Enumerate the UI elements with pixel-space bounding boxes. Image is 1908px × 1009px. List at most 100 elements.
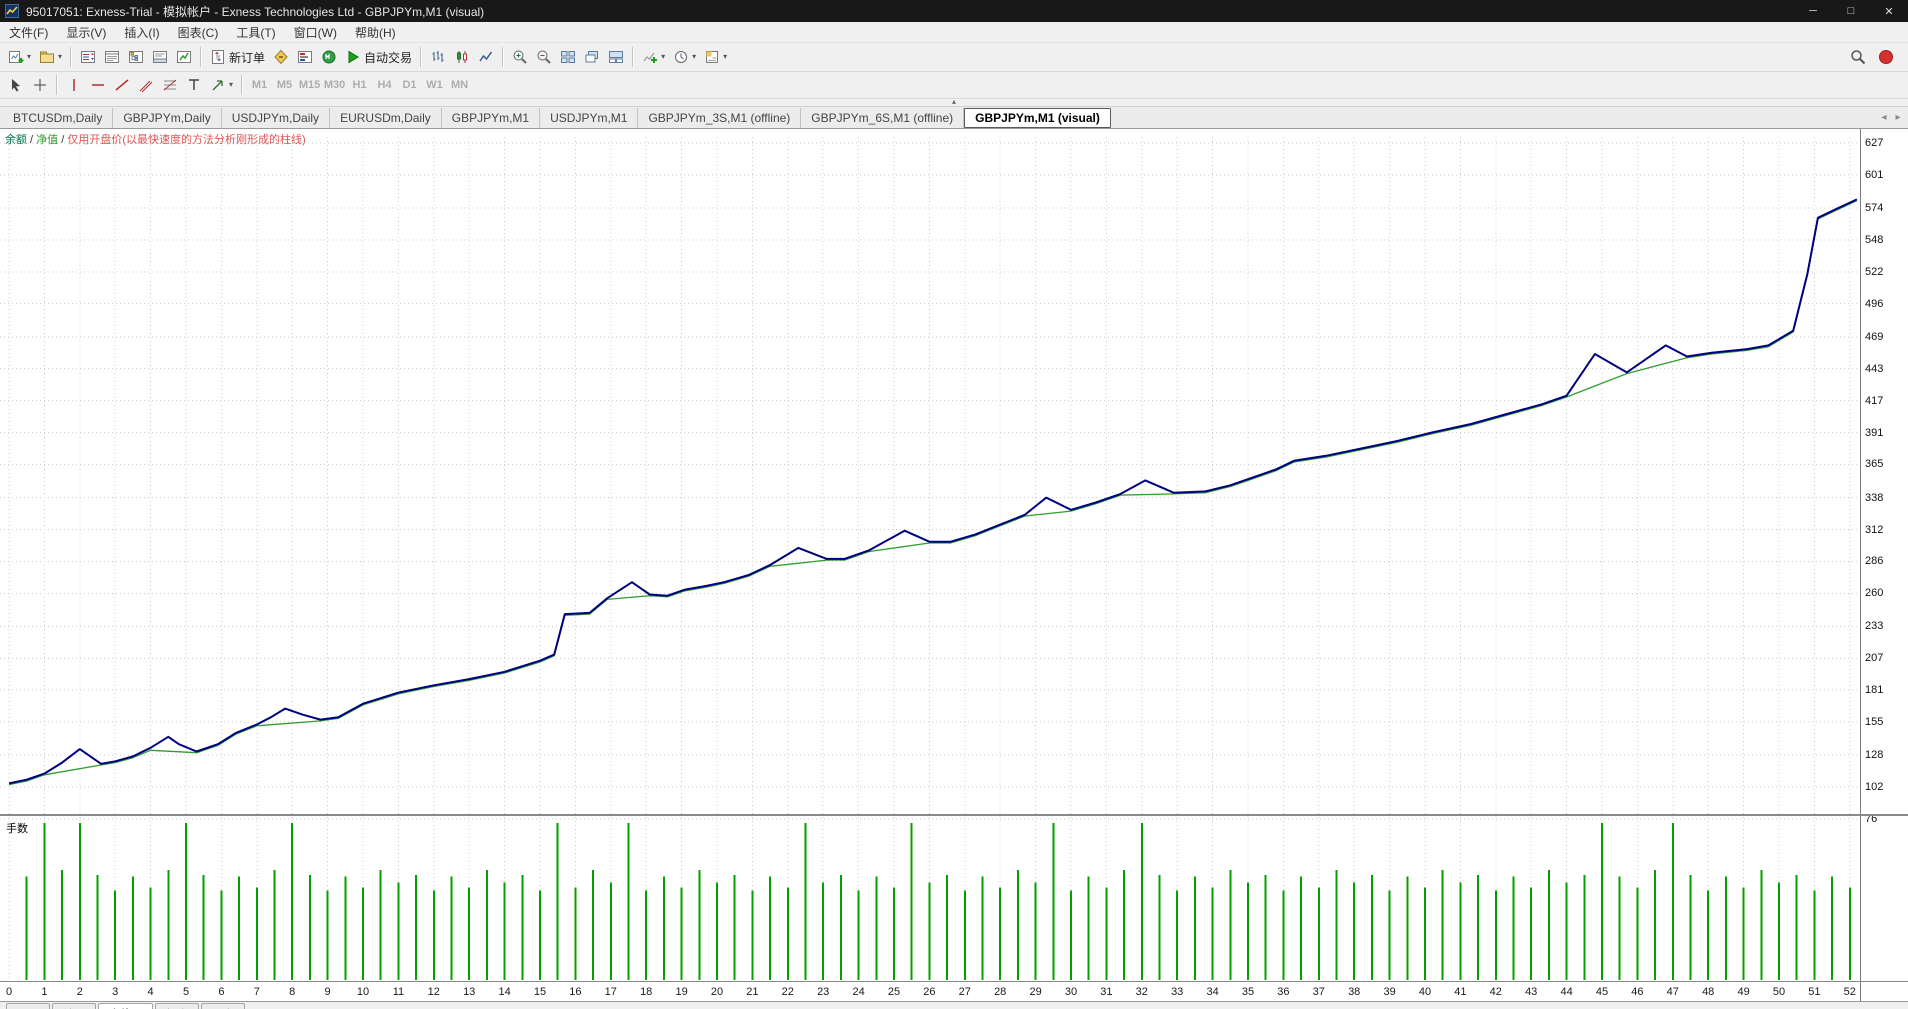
svg-text:19: 19 bbox=[675, 986, 687, 998]
timeframe-button-w1[interactable]: W1 bbox=[422, 75, 447, 95]
chart-tab-strip: BTCUSDm,Daily GBPJPYm,Daily USDJPYm,Daily E… bbox=[3, 107, 1111, 128]
search-button[interactable] bbox=[1846, 46, 1870, 69]
svg-text:2: 2 bbox=[77, 986, 83, 998]
new-order-button[interactable]: 新订单 bbox=[206, 46, 269, 69]
arrange-windows-button[interactable] bbox=[604, 46, 628, 69]
menu-item[interactable]: 帮助(H) bbox=[346, 21, 405, 44]
notification-badge-icon bbox=[1879, 50, 1893, 64]
fibonacci-button[interactable] bbox=[158, 74, 182, 97]
timeframe-button-m1[interactable]: M1 bbox=[247, 75, 272, 95]
chart-candles-button[interactable] bbox=[450, 46, 474, 69]
data-window-button[interactable] bbox=[100, 46, 124, 69]
bottom-tab[interactable]: 日志 bbox=[201, 1003, 245, 1009]
chart-tab[interactable]: EURUSDm,Daily bbox=[330, 107, 442, 128]
dropdown-caret-icon: ▾ bbox=[229, 80, 234, 89]
maximize-button[interactable]: □ bbox=[1832, 0, 1870, 22]
y-tick-label: 102 bbox=[1865, 781, 1884, 794]
timeframe-button-m5[interactable]: M5 bbox=[272, 75, 297, 95]
chart-tab[interactable]: BTCUSDm,Daily bbox=[3, 107, 114, 128]
toolbar-separator bbox=[502, 47, 505, 67]
periods-button[interactable]: ▾ bbox=[669, 46, 700, 69]
tile-windows-button[interactable] bbox=[556, 46, 580, 69]
chart-tab[interactable]: USDJPYm,M1 bbox=[540, 107, 639, 128]
timeframe-button-mn[interactable]: MN bbox=[447, 75, 472, 95]
equity-chart-canvas[interactable]: 0 1 2 3 4 5 6 7 8 9 10 11 12 13 14 15 16 17 18 19 20 21 22 23 24… bbox=[0, 129, 1860, 1009]
tab-scroll-right-icon[interactable]: ▸ bbox=[1892, 112, 1904, 123]
indicators-button[interactable]: ▾ bbox=[638, 46, 669, 69]
metaeditor-button[interactable] bbox=[269, 46, 293, 69]
chart-tab[interactable]: GBPJPYm,M1 (visual) bbox=[964, 107, 1111, 128]
cursor-button[interactable] bbox=[4, 74, 28, 97]
dropdown-caret-icon: ▾ bbox=[692, 52, 697, 61]
svg-text:41: 41 bbox=[1454, 986, 1466, 998]
menu-item[interactable]: 图表(C) bbox=[169, 21, 228, 44]
svg-text:42: 42 bbox=[1490, 986, 1502, 998]
navigator-button[interactable] bbox=[124, 46, 148, 69]
chart-line-button[interactable] bbox=[474, 46, 498, 69]
cascade-windows-button[interactable] bbox=[580, 46, 604, 69]
menu-item[interactable]: 工具(T) bbox=[227, 21, 284, 44]
svg-text:50: 50 bbox=[1773, 986, 1785, 998]
chart-tab[interactable]: GBPJPYm_3S,M1 (offline) bbox=[638, 107, 802, 128]
x-axis-labels: 0 1 2 3 4 5 6 7 8 9 10 11 12 13 14 15 16 17 18 19 20 21 22 23 24… bbox=[6, 986, 1856, 998]
templates-button[interactable]: ▾ bbox=[700, 46, 731, 69]
price-scale[interactable]: 627 601 574 548 522 496 469 443 417 391 365 338 312 2… bbox=[1860, 129, 1908, 1009]
profiles-button[interactable]: ▾ bbox=[35, 46, 66, 69]
close-button[interactable]: ✕ bbox=[1870, 0, 1908, 22]
equidistant-channel-button[interactable] bbox=[134, 74, 158, 97]
bottom-tab-strip: 设置结果净值图报告日志 bbox=[0, 1001, 1908, 1009]
vertical-line-button[interactable] bbox=[62, 74, 86, 97]
panel-separator[interactable] bbox=[0, 814, 1908, 816]
svg-text:13: 13 bbox=[463, 986, 475, 998]
terminal-button[interactable] bbox=[148, 46, 172, 69]
svg-text:44: 44 bbox=[1560, 986, 1572, 998]
bottom-tab[interactable]: 结果 bbox=[52, 1003, 96, 1009]
periods-icon bbox=[675, 51, 688, 63]
bottom-tab[interactable]: 净值图 bbox=[98, 1003, 153, 1009]
chart-tab[interactable]: GBPJPYm,M1 bbox=[442, 107, 541, 128]
menu-item[interactable]: 插入(I) bbox=[115, 21, 168, 44]
mql5-community-button[interactable] bbox=[317, 46, 341, 69]
menu-item[interactable]: 显示(V) bbox=[57, 21, 115, 44]
data-window-icon bbox=[105, 51, 120, 63]
minimize-button[interactable]: ─ bbox=[1794, 0, 1832, 22]
svg-text:29: 29 bbox=[1029, 986, 1041, 998]
strategy-tester-button[interactable] bbox=[172, 46, 196, 69]
svg-text:17: 17 bbox=[605, 986, 617, 998]
tab-scroll-left-icon[interactable]: ◂ bbox=[1878, 112, 1890, 123]
menu-item[interactable]: 文件(F) bbox=[0, 21, 57, 44]
zoom-in-button[interactable] bbox=[508, 46, 532, 69]
timeframe-button-h1[interactable]: H1 bbox=[347, 75, 372, 95]
arrow-objects-button[interactable]: ▾ bbox=[206, 74, 237, 97]
notifications-button[interactable] bbox=[1874, 46, 1898, 69]
svg-text:25: 25 bbox=[888, 986, 900, 998]
new-chart-button[interactable]: ▾ bbox=[4, 46, 35, 69]
menu-item[interactable]: 窗口(W) bbox=[285, 21, 346, 44]
market-watch-button[interactable] bbox=[76, 46, 100, 69]
svg-text:47: 47 bbox=[1667, 986, 1679, 998]
legend-segment: / bbox=[27, 134, 37, 146]
chart-bars-button[interactable] bbox=[426, 46, 450, 69]
cursor-icon bbox=[12, 79, 20, 92]
chart-tab[interactable]: GBPJPYm_6S,M1 (offline) bbox=[801, 107, 965, 128]
trendline-button[interactable] bbox=[110, 74, 134, 97]
autotrading-button[interactable]: 自动交易 bbox=[341, 46, 416, 69]
timeframe-button-m15[interactable]: M15 bbox=[297, 75, 322, 95]
text-button[interactable] bbox=[182, 74, 206, 97]
trendline-icon bbox=[115, 79, 129, 91]
bottom-tab[interactable]: 报告 bbox=[155, 1003, 199, 1009]
profiles-icon bbox=[40, 51, 55, 63]
timeframe-button-m30[interactable]: M30 bbox=[322, 75, 347, 95]
timeframe-button-h4[interactable]: H4 bbox=[372, 75, 397, 95]
zoom-out-button[interactable] bbox=[532, 46, 556, 69]
chart-tab[interactable]: GBPJPYm,Daily bbox=[113, 107, 222, 128]
window-title: 95017051: Exness-Trial - 模拟帐户 - Exness T… bbox=[26, 4, 485, 19]
chart-tab[interactable]: USDJPYm,Daily bbox=[222, 107, 331, 128]
vertical-line-icon bbox=[73, 79, 75, 91]
docking-splitter[interactable]: ▴ bbox=[0, 97, 1908, 107]
horizontal-line-button[interactable] bbox=[86, 74, 110, 97]
crosshair-button[interactable] bbox=[28, 74, 52, 97]
timeframe-button-d1[interactable]: D1 bbox=[397, 75, 422, 95]
market-depth-button[interactable] bbox=[293, 46, 317, 69]
bottom-tab[interactable]: 设置 bbox=[6, 1003, 50, 1009]
